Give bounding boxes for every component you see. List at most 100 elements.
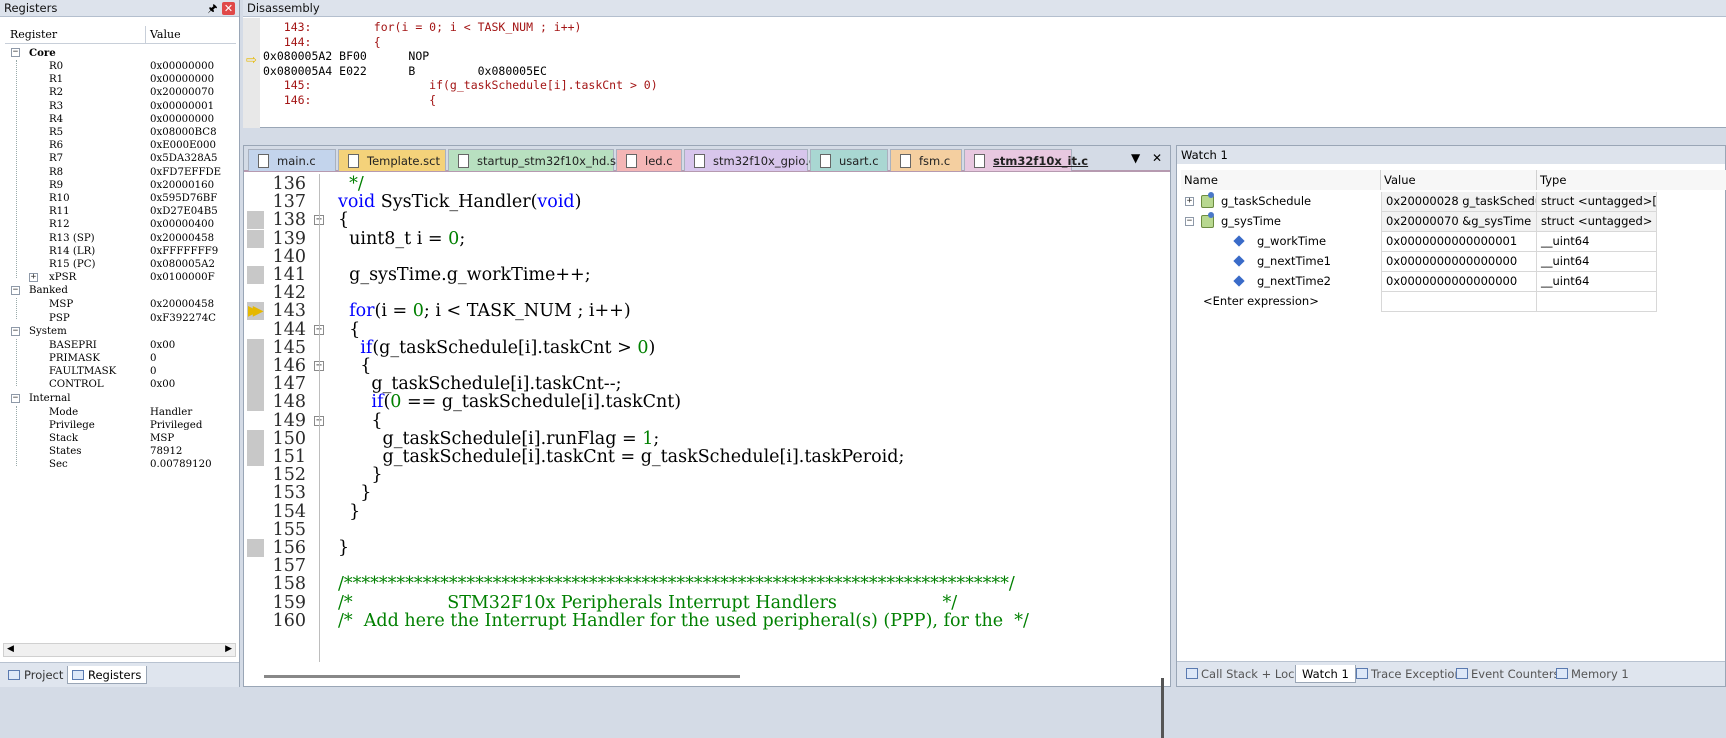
code-line[interactable]: 145 if(g_taskSchedule[i].taskCnt > 0) <box>244 339 1164 357</box>
register-row[interactable]: R12 0x00000400 <box>5 218 236 232</box>
expand-icon[interactable]: + <box>29 273 38 283</box>
code-line[interactable]: 146− { <box>244 357 1164 375</box>
code-line[interactable]: 158 /************************************… <box>244 575 1164 593</box>
register-row[interactable]: R14 (LR) 0xFFFFFFF9 <box>5 245 236 259</box>
register-value[interactable]: Handler <box>150 406 192 420</box>
editor-horizontal-scrollbar[interactable] <box>264 675 740 678</box>
register-row[interactable]: R10 0x595D76BF <box>5 192 236 206</box>
code-line[interactable]: 154 } <box>244 503 1164 521</box>
code-line[interactable]: 152 } <box>244 466 1164 484</box>
col-value[interactable]: Value <box>145 26 181 43</box>
tab-list-dropdown-icon[interactable]: ▼ <box>1131 151 1140 165</box>
disassembly-line[interactable]: 146: { <box>263 93 436 107</box>
watch-name[interactable]: <Enter expression> <box>1203 292 1319 311</box>
code-line[interactable]: 142 <box>244 284 1164 302</box>
register-value[interactable]: 0x20000070 <box>150 86 214 100</box>
register-row[interactable]: BASEPRI 0x00 <box>5 339 236 353</box>
watch-value-cell[interactable]: 0x0000000000000000 <box>1381 252 1537 272</box>
register-value[interactable]: 0x20000458 <box>150 232 214 246</box>
register-row[interactable]: R1 0x00000000 <box>5 73 236 87</box>
register-row[interactable]: Privilege Privileged <box>5 419 236 433</box>
editor-tab-stm32f10x-gpio-c[interactable]: stm32f10x_gpio.c <box>684 149 815 171</box>
register-value[interactable]: 0x20000160 <box>150 179 214 193</box>
tab-watch-1[interactable]: Watch 1 <box>1295 665 1356 683</box>
register-row[interactable]: PRIMASK 0 <box>5 352 236 366</box>
code-line[interactable]: 143 for(i = 0; i < TASK_NUM ; i++) <box>244 302 1164 320</box>
register-row[interactable]: R2 0x20000070 <box>5 86 236 100</box>
close-icon[interactable]: ✕ <box>222 2 235 15</box>
register-group-system[interactable]: − System <box>5 325 236 339</box>
code-line[interactable]: 156} <box>244 539 1164 557</box>
register-row[interactable]: FAULTMASK 0 <box>5 365 236 379</box>
register-group-banked[interactable]: − Banked <box>5 284 236 298</box>
register-value[interactable]: 0 <box>150 365 156 379</box>
code-line[interactable]: 138−{ <box>244 211 1164 229</box>
disassembly-line[interactable]: 145: if(g_taskSchedule[i].taskCnt > 0) <box>263 78 658 92</box>
editor-tab-main-c[interactable]: main.c <box>248 149 336 171</box>
register-group-internal[interactable]: − Internal <box>5 392 236 406</box>
col-register[interactable]: Register <box>10 26 57 43</box>
register-row[interactable]: States 78912 <box>5 445 236 459</box>
register-row[interactable]: Stack MSP <box>5 432 236 446</box>
register-value[interactable]: 0.00789120 <box>150 458 212 472</box>
watch-value-cell[interactable]: 0x0000000000000000 <box>1381 272 1537 292</box>
register-row[interactable]: R0 0x00000000 <box>5 60 236 74</box>
code-line[interactable]: 139 uint8_t i = 0; <box>244 230 1164 248</box>
register-value[interactable]: Privileged <box>150 419 202 433</box>
collapse-icon[interactable]: − <box>11 48 20 57</box>
register-value[interactable]: 78912 <box>150 445 182 459</box>
code-line[interactable]: 153 } <box>244 484 1164 502</box>
register-group-core[interactable]: − Core <box>5 46 236 60</box>
register-value[interactable]: 0x595D76BF <box>150 192 217 206</box>
register-value[interactable]: 0x0100000F <box>150 271 215 285</box>
register-value[interactable]: 0xF392274C <box>150 312 216 326</box>
code-line[interactable]: 144− { <box>244 321 1164 339</box>
code-line[interactable]: 136 */ <box>244 175 1164 193</box>
register-value[interactable]: 0x00 <box>150 339 175 353</box>
tab-registers[interactable]: Registers <box>67 666 148 684</box>
disassembly-line[interactable]: 0x080005A2 BF00 NOP <box>263 49 429 63</box>
col-value[interactable]: Value <box>1381 170 1537 190</box>
register-row[interactable]: R7 0x5DA328A5 <box>5 152 236 166</box>
register-value[interactable]: 0x5DA328A5 <box>150 152 218 166</box>
vertical-scrollbar[interactable] <box>1161 678 1164 738</box>
collapse-icon[interactable]: − <box>1185 217 1194 226</box>
code-line[interactable]: 149− { <box>244 412 1164 430</box>
register-value[interactable]: 0x00 <box>150 378 175 392</box>
disassembly-line[interactable]: 143: for(i = 0; i < TASK_NUM ; i++) <box>263 20 582 34</box>
register-row[interactable]: R6 0xE000E000 <box>5 139 236 153</box>
pin-icon[interactable]: 🖈 <box>206 2 219 15</box>
code-line[interactable]: 148 if(0 == g_taskSchedule[i].taskCnt) <box>244 393 1164 411</box>
register-value[interactable]: MSP <box>150 432 174 446</box>
watch-value-cell[interactable] <box>1381 292 1537 312</box>
register-value[interactable]: 0x080005A2 <box>150 258 215 272</box>
register-row[interactable]: R13 (SP) 0x20000458 <box>5 232 236 246</box>
register-row[interactable]: R9 0x20000160 <box>5 179 236 193</box>
code-line[interactable]: 155 <box>244 521 1164 539</box>
register-value[interactable]: 0xFD7EFFDE <box>150 166 221 180</box>
register-value[interactable]: 0x20000458 <box>150 298 214 312</box>
editor-tab-stm32f10x-it-c[interactable]: stm32f10x_it.c <box>964 149 1088 171</box>
watch-value-cell[interactable]: 0x20000028 g_taskSchedule <box>1381 192 1537 212</box>
code-line[interactable]: 157 <box>244 557 1164 575</box>
editor-tab-fsm-c[interactable]: fsm.c <box>890 149 962 171</box>
tab-memory-1[interactable]: Memory 1 <box>1553 665 1629 683</box>
register-value[interactable]: 0x00000001 <box>150 100 214 114</box>
register-value[interactable]: 0x00000000 <box>150 113 214 127</box>
code-line[interactable]: 137 void SysTick_Handler(void) <box>244 193 1164 211</box>
code-line[interactable]: 150 g_taskSchedule[i].runFlag = 1; <box>244 430 1164 448</box>
scroll-left-icon[interactable]: ◀ <box>7 644 14 654</box>
register-value[interactable]: 0xD27E04B5 <box>150 205 218 219</box>
register-row[interactable]: + xPSR 0x0100000F <box>5 271 236 285</box>
register-value[interactable]: 0xFFFFFFF9 <box>150 245 218 259</box>
register-row[interactable]: R4 0x00000000 <box>5 113 236 127</box>
watch-value-cell[interactable]: 0x20000070 &g_sysTime <box>1381 212 1537 232</box>
register-row[interactable]: R3 0x00000001 <box>5 100 236 114</box>
register-row[interactable]: R11 0xD27E04B5 <box>5 205 236 219</box>
editor-tab-template-sct[interactable]: Template.sct <box>338 149 446 171</box>
collapse-icon[interactable]: − <box>11 326 20 336</box>
horizontal-scrollbar[interactable]: ◀ ▶ <box>3 643 236 657</box>
register-row[interactable]: Sec 0.00789120 <box>5 458 236 472</box>
editor-tab-startup-stm32f10x-hd-s[interactable]: startup_stm32f10x_hd.s <box>448 149 616 171</box>
collapse-icon[interactable]: − <box>11 393 20 403</box>
